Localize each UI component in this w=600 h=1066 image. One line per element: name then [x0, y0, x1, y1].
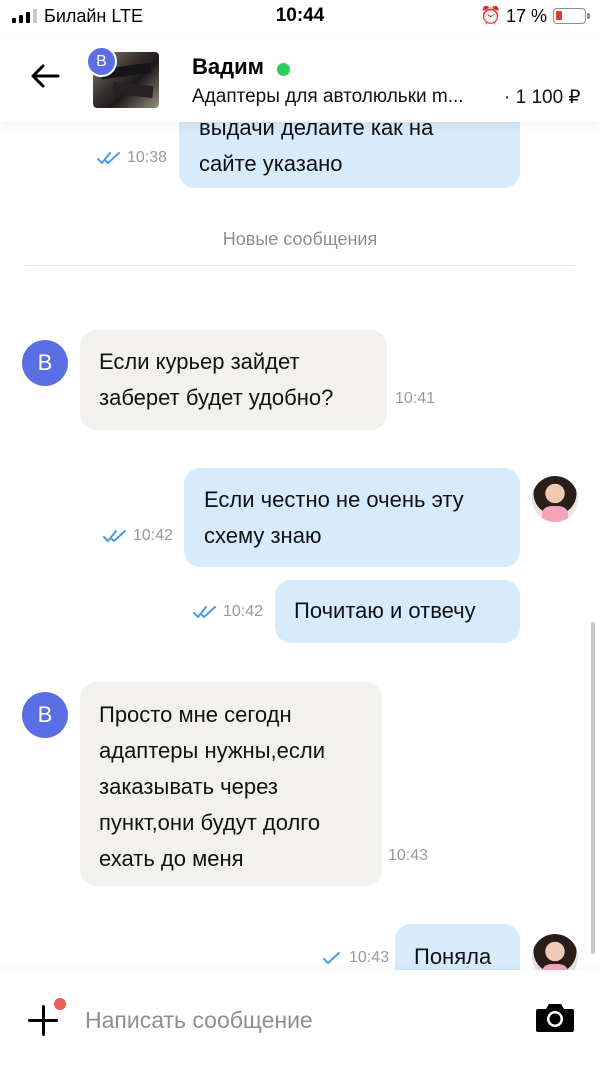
message-line: Почитаю и отвечу: [294, 598, 476, 623]
message-line: Просто мне сегодн: [99, 702, 292, 727]
listing-title[interactable]: Адаптеры для автолюльки m...: [192, 86, 498, 108]
online-indicator: [277, 63, 290, 76]
message-time: 10:41: [395, 390, 436, 407]
message-list[interactable]: выдачи делайте как на сайте указано 10:3…: [0, 122, 600, 970]
camera-icon: [536, 1004, 574, 1032]
divider-line: [26, 265, 574, 266]
message-time: 10:42: [193, 603, 263, 621]
arrow-left-icon: [31, 64, 60, 88]
message-bubble-outgoing[interactable]: выдачи делайте как на сайте указано: [179, 122, 520, 188]
sender-avatar[interactable]: В: [22, 692, 68, 738]
message-line: Поняла: [414, 944, 492, 969]
read-ticks-icon: [323, 952, 340, 964]
message-line: выдачи делайте как на: [199, 122, 434, 140]
notification-dot: [54, 998, 66, 1010]
battery-percent: 17 %: [506, 6, 548, 26]
message-time: 10:42: [103, 527, 173, 545]
message-time: 10:38: [97, 149, 167, 167]
message-composer: Написать сообщение: [0, 970, 600, 1066]
message-bubble-outgoing[interactable]: Поняла: [395, 924, 520, 970]
seller-name[interactable]: Вадим: [192, 54, 264, 80]
battery-icon: [553, 8, 590, 24]
back-button[interactable]: [28, 58, 64, 94]
sender-avatar[interactable]: В: [22, 340, 68, 386]
message-time: 10:43: [319, 949, 389, 967]
message-line: ехать до меня: [99, 846, 244, 871]
camera-button[interactable]: [534, 1000, 576, 1034]
message-line: пункт,они будут долго: [99, 810, 321, 835]
message-input[interactable]: Написать сообщение: [85, 1007, 313, 1034]
chat-header: В Вадим Адаптеры для автолюльки m... · 1…: [0, 36, 600, 122]
message-line: заберет будет удобно?: [99, 385, 334, 410]
message-line: заказывать через: [99, 774, 278, 799]
my-avatar[interactable]: [532, 934, 578, 970]
message-bubble-incoming[interactable]: Если курьер зайдет заберет будет удобно?: [80, 330, 387, 430]
alarm-icon: ⏰: [480, 6, 502, 25]
read-ticks-icon: [193, 606, 216, 618]
message-line: Если курьер зайдет: [99, 349, 300, 374]
message-line: адаптеры нужны,если: [99, 738, 325, 763]
message-line: схему знаю: [204, 523, 322, 548]
message-line: Если честно не очень эту: [204, 487, 464, 512]
read-ticks-icon: [97, 152, 120, 164]
message-time: 10:43: [388, 847, 429, 864]
message-bubble-incoming[interactable]: Просто мне сегодн адаптеры нужны,если за…: [80, 682, 382, 886]
read-ticks-icon: [103, 530, 126, 542]
new-messages-divider: Новые сообщения: [222, 229, 378, 249]
message-bubble-outgoing[interactable]: Если честно не очень эту схему знаю: [184, 468, 520, 567]
my-avatar[interactable]: [532, 476, 578, 522]
listing-price: · 1 100 ₽: [504, 87, 581, 108]
message-line: сайте указано: [199, 151, 343, 176]
status-bar: Билайн LTE 10:44 ⏰ 17 %: [0, 0, 600, 36]
message-bubble-outgoing[interactable]: Почитаю и отвечу: [275, 580, 520, 643]
seller-avatar[interactable]: В: [86, 46, 117, 77]
attach-button[interactable]: [28, 998, 66, 1038]
scrollbar[interactable]: [591, 622, 595, 954]
